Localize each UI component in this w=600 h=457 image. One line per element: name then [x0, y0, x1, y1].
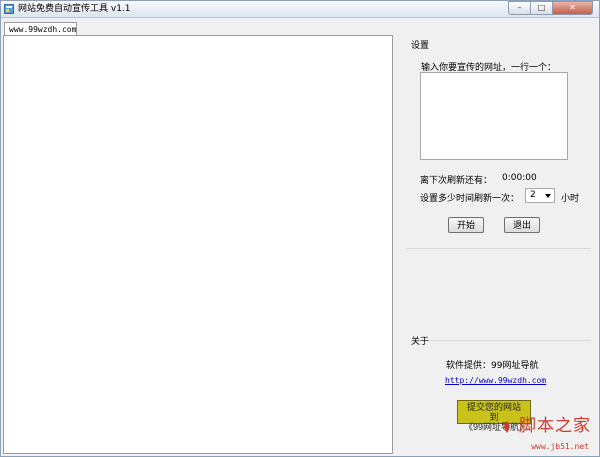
submit-button-line2: 《99网址导航》	[464, 422, 529, 432]
settings-section-title: 设置	[411, 41, 430, 51]
web-browser-view[interactable]	[3, 35, 393, 454]
maximize-icon: □	[537, 3, 546, 12]
interval-select[interactable]: 2	[525, 188, 555, 203]
exit-button[interactable]: 退出	[504, 217, 540, 233]
window-controls: – □ ✕	[508, 1, 593, 16]
countdown-value: 0:00:00	[502, 173, 537, 183]
about-section-title: 关于	[411, 337, 430, 347]
countdown-label: 离下次刷新还有：	[420, 176, 493, 186]
watermark-text: 脚本之家	[519, 416, 591, 436]
title-bar[interactable]: 网站免费自动宣传工具 v1.1 – □ ✕	[1, 1, 599, 18]
window-title: 网站免费自动宣传工具 v1.1	[18, 4, 131, 14]
minimize-button[interactable]: –	[508, 1, 531, 15]
interval-unit: 小时	[561, 194, 580, 204]
close-icon: ✕	[569, 3, 576, 12]
app-icon	[4, 4, 14, 14]
url-input[interactable]	[420, 72, 568, 160]
minimize-icon: –	[517, 3, 522, 12]
settings-divider	[406, 248, 591, 249]
start-button[interactable]: 开始	[448, 217, 484, 233]
website-link[interactable]: http://www.99wzdh.com	[445, 376, 546, 385]
close-button[interactable]: ✕	[553, 1, 593, 15]
interval-label: 设置多少时间刷新一次：	[420, 194, 520, 204]
maximize-button[interactable]: □	[531, 1, 553, 15]
about-divider	[429, 340, 591, 341]
watermark-logo-icon	[504, 421, 510, 433]
submit-button-line1: 提交您的网站到	[466, 402, 521, 422]
watermark-url: www.jb51.net	[531, 442, 589, 451]
chevron-down-icon	[545, 194, 551, 198]
provider-text: 软件提供：99网址导航	[446, 361, 539, 371]
app-window: 网站免费自动宣传工具 v1.1 – □ ✕ www.99wzdh.com 设置 …	[0, 0, 600, 457]
tab-browser[interactable]: www.99wzdh.com	[4, 22, 77, 36]
interval-select-value: 2	[530, 190, 536, 200]
